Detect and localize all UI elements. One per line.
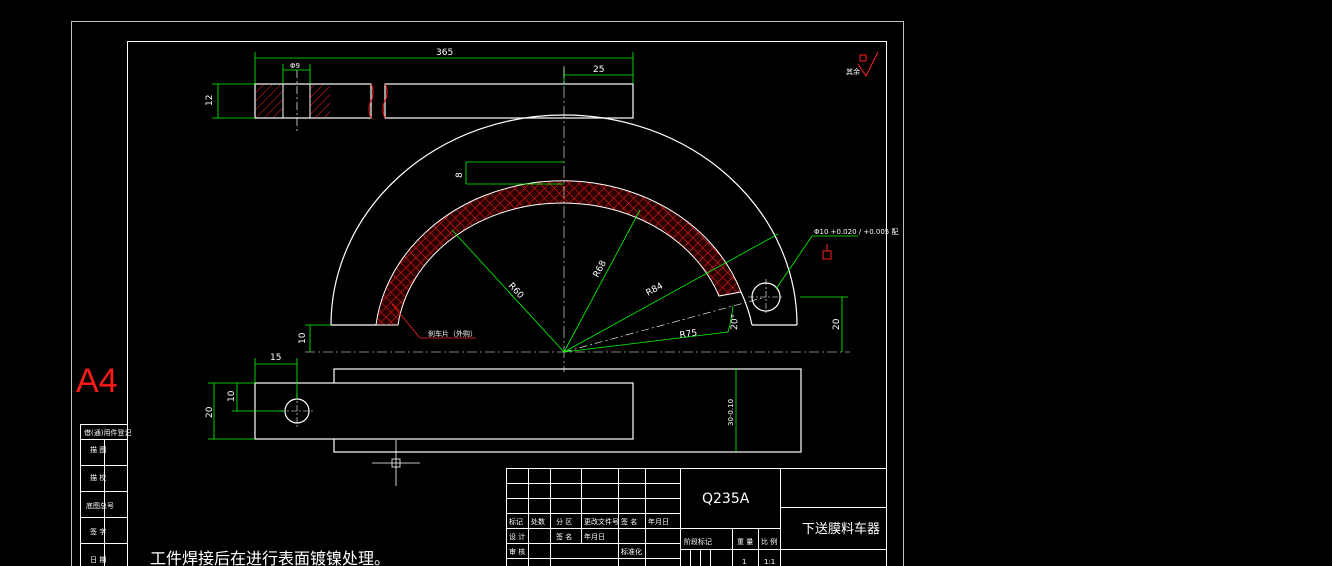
stage-value: 1 <box>742 558 746 566</box>
dim-end-len: 25 <box>593 65 604 75</box>
dim-band: 8 <box>455 172 465 178</box>
dim-angle: 20° <box>730 314 741 330</box>
dim-plate-h: 20 <box>205 406 215 418</box>
left-panel-row: 描 图 <box>90 445 106 454</box>
check-row: 审 核 <box>509 547 525 556</box>
dim-plate-hole: 10 <box>227 390 237 402</box>
dim-height-left: 10 <box>298 332 308 344</box>
design-row: 标准化 <box>621 547 642 556</box>
title-block-grid <box>506 468 887 566</box>
rev-header: 更改文件号 <box>584 517 619 526</box>
rev-header: 签 名 <box>621 517 637 526</box>
left-panel-row: 日 期 <box>90 556 106 564</box>
left-panel-row: 借(通)用件登记 <box>84 428 131 437</box>
design-row: 签 名 <box>556 532 572 541</box>
dim-thick: 12 <box>205 95 215 106</box>
stage-header: 比 例 <box>761 537 777 546</box>
left-panel-row: 签 字 <box>90 527 106 536</box>
friction-label: 刹车片（外购） <box>428 329 477 338</box>
dim-hole-offset: 15 <box>270 353 281 363</box>
rev-header: 标记 <box>509 517 523 526</box>
stage-header: 重 量 <box>737 538 753 546</box>
dim-hole-dia: Φ9 <box>290 62 300 70</box>
surface-finish-label: 其余 <box>846 67 860 76</box>
left-panel-row: 描 校 <box>90 473 106 482</box>
outer-frame <box>71 21 904 566</box>
dim-r-inner: R60 <box>506 281 526 301</box>
paper-size-label: A4 <box>76 362 118 400</box>
design-row: 设 计 <box>509 532 525 541</box>
surface-finish-symbol: 其余 <box>846 51 879 77</box>
bottom-plate-view <box>254 368 802 453</box>
stage-value: 1:1 <box>764 558 775 566</box>
stage-header: 阶段标记 <box>684 537 712 546</box>
datum-symbol <box>822 244 832 260</box>
dim-length: 365 <box>436 48 453 58</box>
design-row: 年月日 <box>584 532 605 541</box>
rev-header: 分 区 <box>556 517 572 526</box>
rev-header: 处数 <box>531 517 545 526</box>
rev-header: 年月日 <box>648 517 669 526</box>
part-name: 下送膜料车器 <box>802 521 880 537</box>
cad-drawing: A4 借(通)用件登记 描 图 描 校 底图总号 签 字 日 期 365 Φ9 … <box>71 21 904 566</box>
crosshair-cursor-icon <box>372 440 420 486</box>
material-label: Q235A <box>702 491 750 507</box>
dim-r-mid: R68 <box>592 259 609 280</box>
dim-r-hole: R75 <box>679 328 698 341</box>
top-bar-view <box>254 70 634 132</box>
tolerance-note: Φ10 +0.020 / +0.005 配 <box>814 228 899 236</box>
left-panel-row: 底图总号 <box>86 501 114 510</box>
dim-plate-w: 30-0.10 <box>727 399 735 426</box>
process-note: 工件焊接后在进行表面镀镍处理。 <box>150 549 390 566</box>
dim-height-right: 20 <box>832 318 842 330</box>
dim-r-outer: R84 <box>645 281 666 298</box>
